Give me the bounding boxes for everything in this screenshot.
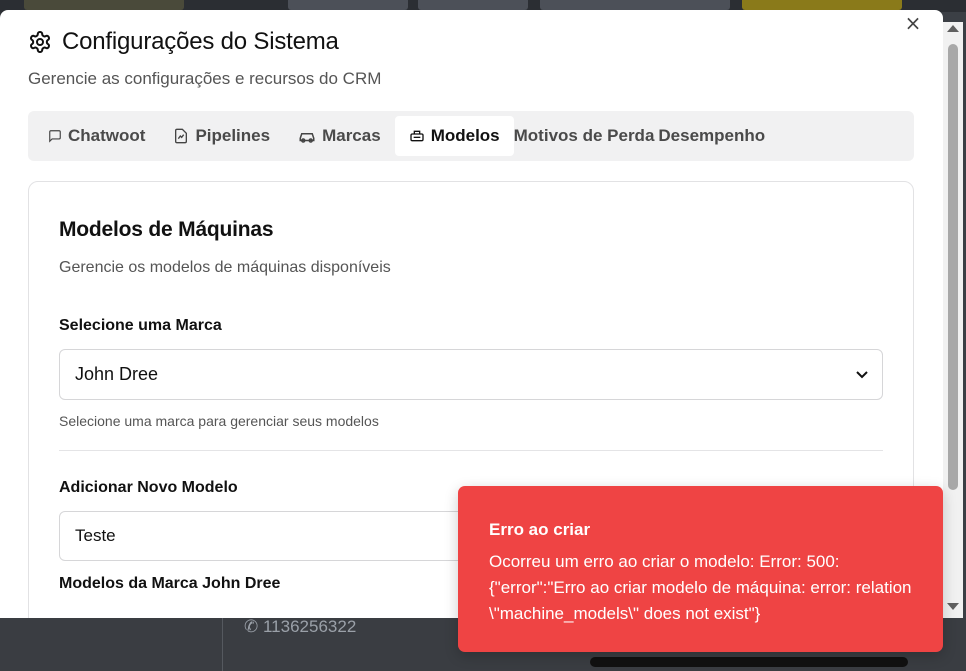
brand-models-heading: Modelos da Marca John Dree xyxy=(59,575,281,592)
tab-modelos[interactable]: Modelos xyxy=(394,116,514,156)
background-button xyxy=(540,0,730,10)
chevron-down-icon xyxy=(856,370,868,379)
tab-label: Modelos xyxy=(430,126,500,145)
machine-icon xyxy=(409,128,425,144)
horizontal-scrollbar[interactable] xyxy=(590,657,908,667)
error-toast[interactable]: Erro ao criar Ocorreu um erro ao criar o… xyxy=(458,486,943,652)
background-divider xyxy=(222,618,223,671)
tab-pipelines[interactable]: Pipelines xyxy=(159,116,284,156)
chat-icon xyxy=(48,129,62,143)
tab-motivos-de-perda[interactable]: Motivos de Perda xyxy=(514,116,655,156)
brand-select-value: John Dree xyxy=(75,364,159,384)
settings-tabs: Chatwoot Pipelines Marcas Modelos Motivo… xyxy=(28,111,914,161)
background-phone-number: 1136256322 xyxy=(262,617,357,636)
tab-desempenho[interactable]: Desempenho xyxy=(654,116,765,156)
gear-icon xyxy=(28,30,52,54)
background-button xyxy=(418,0,528,10)
background-button xyxy=(742,0,902,10)
tab-label: Chatwoot xyxy=(68,126,146,145)
tab-label: Pipelines xyxy=(195,126,271,145)
toast-title: Erro ao criar xyxy=(489,520,591,539)
brand-select-help: Selecione uma marca para gerenciar seus … xyxy=(59,413,379,429)
new-model-label: Adicionar Novo Modelo xyxy=(59,479,238,496)
new-model-input[interactable]: Teste xyxy=(59,511,479,561)
divider xyxy=(59,450,883,451)
scrollbar-thumb[interactable] xyxy=(948,44,958,490)
tab-label: Motivos de Perda xyxy=(513,126,655,145)
card-description: Gerencie os modelos de máquinas disponív… xyxy=(59,259,391,276)
tab-chatwoot[interactable]: Chatwoot xyxy=(34,116,159,156)
modal-header: Configurações do Sistema xyxy=(28,28,339,56)
background-logo xyxy=(24,0,184,10)
chart-icon xyxy=(173,128,189,144)
card-title: Modelos de Máquinas xyxy=(59,218,274,241)
brand-select[interactable]: John Dree xyxy=(59,349,883,400)
toast-message: Ocorreu um erro ao criar o modelo: Error… xyxy=(489,552,912,623)
phone-icon: ✆ xyxy=(244,617,259,636)
tab-label: Desempenho xyxy=(658,126,766,145)
scroll-up-arrow-icon[interactable] xyxy=(947,25,959,32)
modal-subtitle: Gerencie as configurações e recursos do … xyxy=(28,69,382,88)
scroll-down-arrow-icon[interactable] xyxy=(947,603,959,610)
modal-title: Configurações do Sistema xyxy=(62,28,339,55)
brand-select-label: Selecione uma Marca xyxy=(59,317,222,334)
close-button[interactable]: × xyxy=(902,12,924,34)
car-icon xyxy=(298,128,316,144)
tab-label: Marcas xyxy=(322,126,381,145)
background-phone: ✆ 1136256322 xyxy=(244,617,356,637)
background-button xyxy=(288,0,408,10)
tab-marcas[interactable]: Marcas xyxy=(284,116,395,156)
